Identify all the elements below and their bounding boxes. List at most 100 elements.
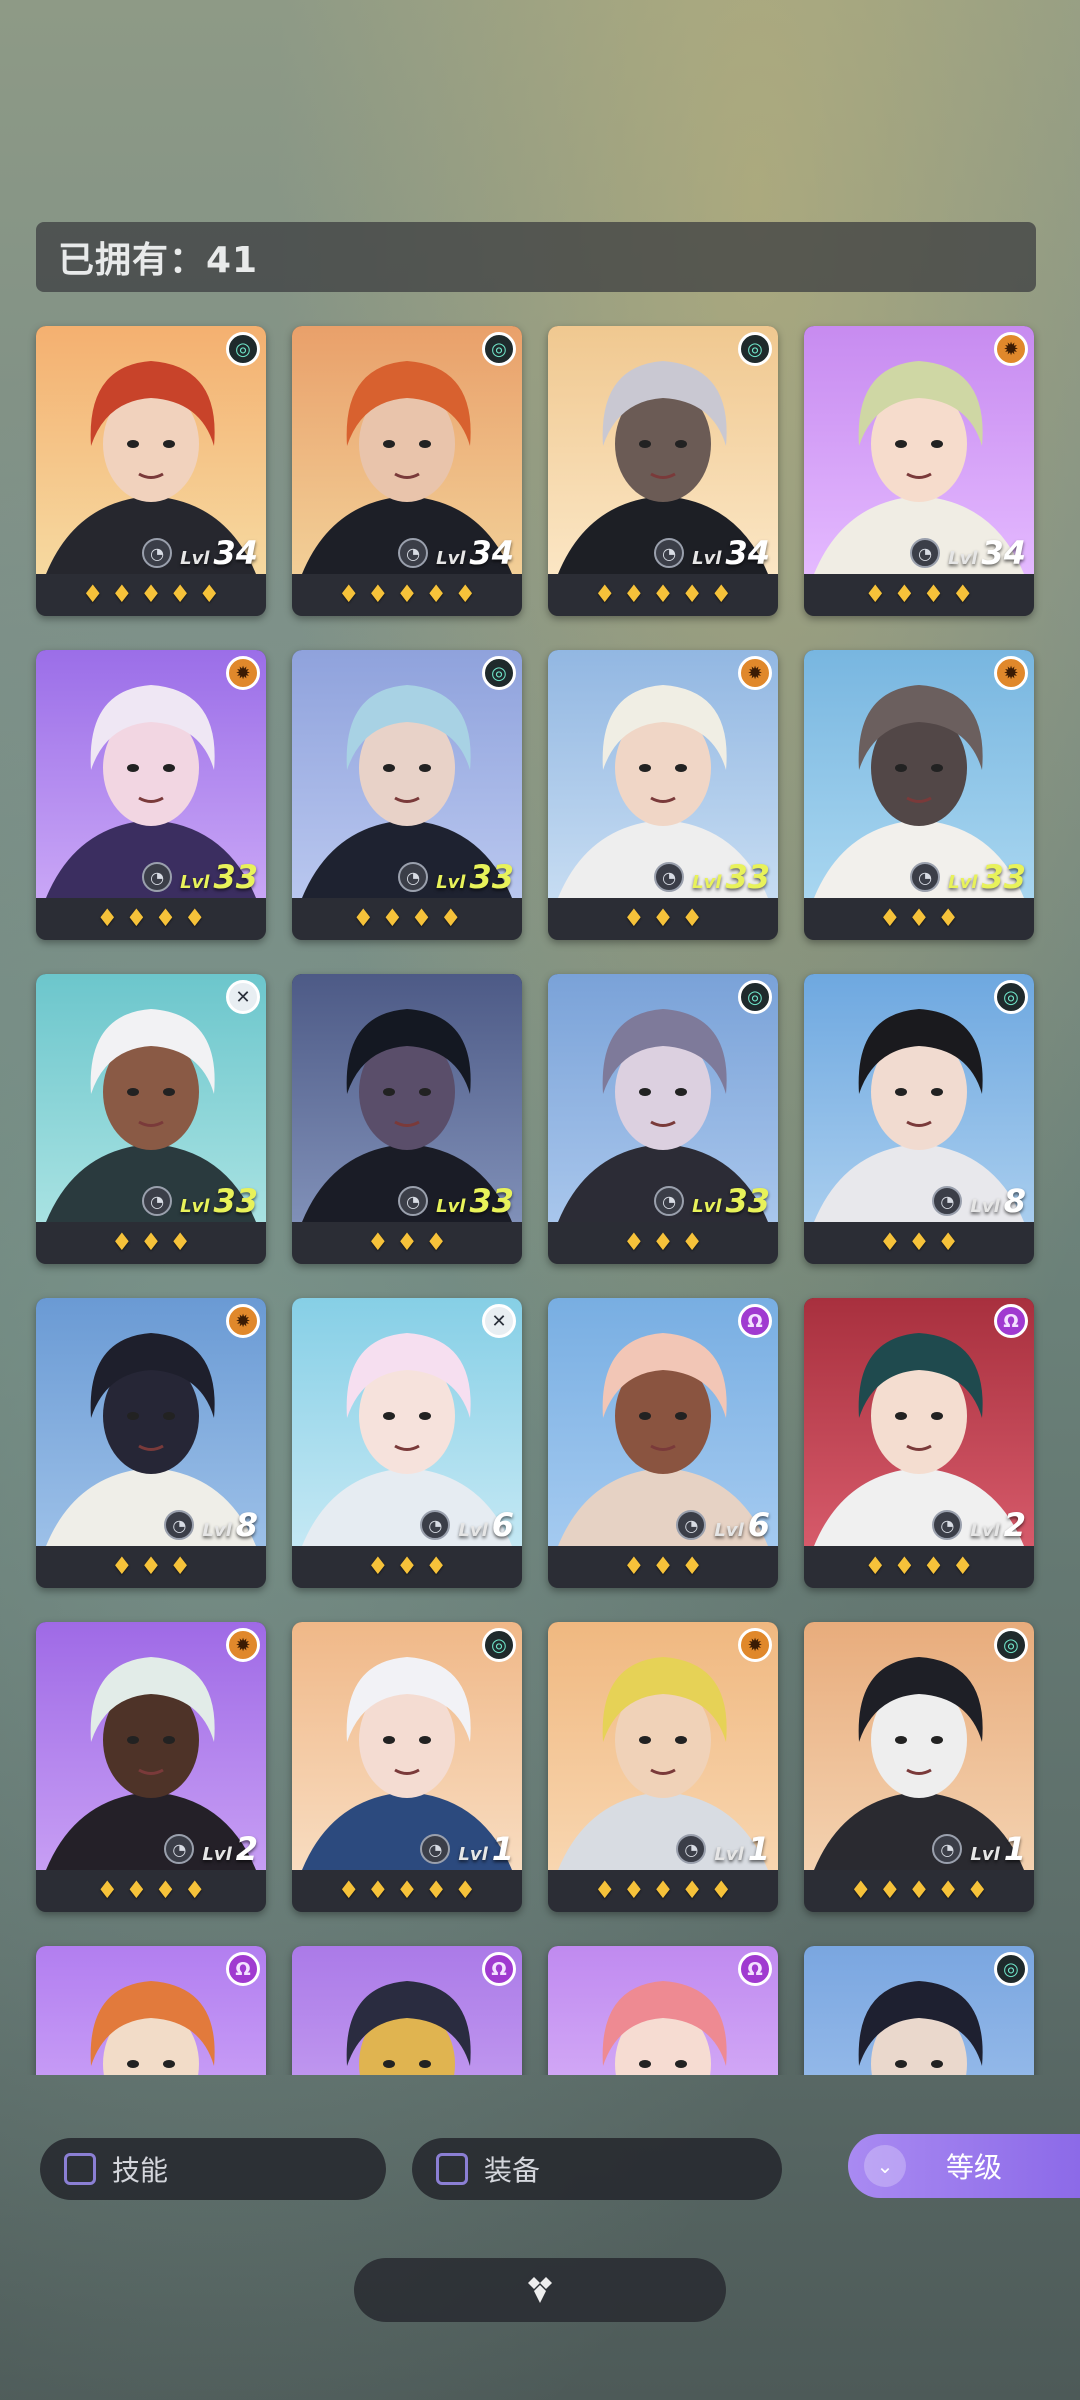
diamond-cluster-icon <box>528 2277 552 2303</box>
level-number: 34 <box>213 534 258 572</box>
level-number: 1 <box>747 1830 770 1868</box>
level-badge: Lvl 6 <box>714 1506 770 1544</box>
equip-filter[interactable]: 装备 <box>412 2138 782 2200</box>
omega-faction-icon: Ω <box>738 1952 772 1986</box>
level-badge: Lvl 1 <box>714 1830 770 1868</box>
level-prefix: Lvl <box>180 1196 210 1217</box>
hero-card[interactable]: ◎ ◔ Lvl 34 ♦ ♦ ♦ ♦ ♦ <box>36 326 266 616</box>
class-icon: ◔ <box>164 1834 195 1864</box>
level-row: ◔ Lvl 33 <box>142 1182 258 1220</box>
hero-card[interactable]: ◎ ◔ Lvl 33 ♦ ♦ ♦ <box>548 974 778 1264</box>
level-badge: Lvl 2 <box>970 1506 1026 1544</box>
hero-card[interactable]: ✹ ◔ Lvl 2 ♦ ♦ ♦ ♦ <box>36 1622 266 1912</box>
level-number: 33 <box>725 1182 770 1220</box>
hero-card[interactable]: Ω ◔ Lvl 6 ♦ ♦ ♦ <box>548 1298 778 1588</box>
level-number: 8 <box>235 1506 258 1544</box>
ring-faction-icon: ◎ <box>226 332 260 366</box>
sort-by-level-button[interactable]: ⌄ 等级 <box>848 2134 1080 2198</box>
hero-grid: ◎ ◔ Lvl 34 ♦ ♦ ♦ ♦ ♦ ◎ ◔ Lvl 34 ♦ ♦ ♦ ♦ ♦ ◎ ◔ Lvl 34 ♦… <box>36 326 1046 2075</box>
level-prefix: Lvl <box>202 1520 232 1541</box>
level-row: ◔ Lvl 33 <box>654 858 770 896</box>
level-prefix: Lvl <box>692 548 722 569</box>
class-icon: ◔ <box>910 862 941 892</box>
hero-card[interactable]: ◎ ◔ Lvl 1 ♦ ♦ ♦ ♦ ♦ <box>804 1622 1034 1912</box>
level-badge: Lvl 1 <box>970 1830 1026 1868</box>
hero-card[interactable]: ✹ ◔ Lvl 8 ♦ ♦ ♦ <box>36 1298 266 1588</box>
hero-card[interactable]: ◎ ◔ Lvl 1 ♦ ♦ ♦ ♦ ♦ <box>292 1622 522 1912</box>
hero-card[interactable]: ✹ ◔ Lvl 33 ♦ ♦ ♦ <box>548 650 778 940</box>
level-prefix: Lvl <box>458 1520 488 1541</box>
star-rating: ♦ ♦ ♦ <box>367 1228 447 1256</box>
level-prefix: Lvl <box>714 1844 744 1865</box>
owned-count-label: 已拥有：41 <box>58 240 259 281</box>
skill-filter[interactable]: 技能 <box>40 2138 386 2200</box>
class-icon: ◔ <box>654 862 685 892</box>
level-badge: Lvl 8 <box>970 1182 1026 1220</box>
level-row: ◔ Lvl 1 <box>676 1830 770 1868</box>
hero-card[interactable]: ✕ ◔ Lvl 6 ♦ ♦ ♦ <box>292 1298 522 1588</box>
class-icon: ◔ <box>676 1510 707 1540</box>
hero-card[interactable]: ◎ ◔ Lvl 8 ♦ ♦ ♦ <box>804 974 1034 1264</box>
level-number: 8 <box>1003 1182 1026 1220</box>
hero-card[interactable]: ◎ <box>804 1946 1034 2075</box>
level-row: ◔ Lvl 33 <box>398 858 514 896</box>
hero-card[interactable]: ✕ ◔ Lvl 33 ♦ ♦ ♦ <box>36 974 266 1264</box>
class-icon: ◔ <box>932 1510 963 1540</box>
omega-faction-icon: Ω <box>738 1304 772 1338</box>
level-row: ◔ Lvl 34 <box>398 534 514 572</box>
level-prefix: Lvl <box>970 1196 1000 1217</box>
skill-checkbox[interactable] <box>64 2153 96 2185</box>
star-rating: ♦ ♦ ♦ ♦ ♦ <box>849 1876 989 1904</box>
level-number: 34 <box>469 534 514 572</box>
star-rating: ♦ ♦ ♦ <box>879 904 959 932</box>
class-icon: ◔ <box>164 1510 195 1540</box>
level-row: ◔ Lvl 33 <box>654 1182 770 1220</box>
star-rating: ♦ ♦ ♦ ♦ ♦ <box>81 580 221 608</box>
ring-faction-icon: ◎ <box>994 980 1028 1014</box>
hero-card[interactable]: ◔ Lvl 33 ♦ ♦ ♦ <box>292 974 522 1264</box>
hero-card[interactable]: ◎ ◔ Lvl 33 ♦ ♦ ♦ ♦ <box>292 650 522 940</box>
level-row: ◔ Lvl 34 <box>654 534 770 572</box>
level-prefix: Lvl <box>436 872 466 893</box>
level-number: 33 <box>981 858 1026 896</box>
class-icon: ◔ <box>910 538 941 568</box>
x-faction-icon: ✕ <box>226 980 260 1014</box>
bottom-action-button[interactable] <box>354 2258 726 2322</box>
hero-grid-viewport[interactable]: ◎ ◔ Lvl 34 ♦ ♦ ♦ ♦ ♦ ◎ ◔ Lvl 34 ♦ ♦ ♦ ♦ ♦ ◎ ◔ Lvl 34 ♦… <box>0 320 1080 2075</box>
class-icon: ◔ <box>420 1834 451 1864</box>
star-rating: ♦ ♦ ♦ <box>367 1552 447 1580</box>
class-icon: ◔ <box>654 1186 685 1216</box>
omega-faction-icon: Ω <box>994 1304 1028 1338</box>
level-badge: Lvl 2 <box>202 1830 258 1868</box>
level-badge: Lvl 33 <box>436 1182 514 1220</box>
hero-card[interactable]: ✹ ◔ Lvl 34 ♦ ♦ ♦ ♦ <box>804 326 1034 616</box>
hero-card[interactable]: ✹ ◔ Lvl 33 ♦ ♦ ♦ <box>804 650 1034 940</box>
class-icon: ◔ <box>398 862 429 892</box>
level-row: ◔ Lvl 33 <box>142 858 258 896</box>
equip-checkbox[interactable] <box>436 2153 468 2185</box>
hero-card[interactable]: ◎ ◔ Lvl 34 ♦ ♦ ♦ ♦ ♦ <box>548 326 778 616</box>
star-rating: ♦ ♦ ♦ <box>623 904 703 932</box>
hero-card[interactable]: Ω <box>292 1946 522 2075</box>
star-rating: ♦ ♦ ♦ ♦ <box>864 1552 974 1580</box>
hero-card[interactable]: ✹ ◔ Lvl 33 ♦ ♦ ♦ ♦ <box>36 650 266 940</box>
level-row: ◔ Lvl 8 <box>164 1506 258 1544</box>
level-number: 1 <box>1003 1830 1026 1868</box>
level-badge: Lvl 1 <box>458 1830 514 1868</box>
hero-card[interactable]: Ω ◔ Lvl 2 ♦ ♦ ♦ ♦ <box>804 1298 1034 1588</box>
level-number: 33 <box>469 1182 514 1220</box>
star-rating: ♦ ♦ ♦ ♦ ♦ <box>593 1876 733 1904</box>
ring-faction-icon: ◎ <box>738 980 772 1014</box>
hero-card[interactable]: Ω <box>548 1946 778 2075</box>
level-row: ◔ Lvl 8 <box>932 1182 1026 1220</box>
star-rating: ♦ ♦ ♦ <box>111 1228 191 1256</box>
star-rating: ♦ ♦ ♦ ♦ ♦ <box>337 1876 477 1904</box>
level-prefix: Lvl <box>948 872 978 893</box>
level-prefix: Lvl <box>436 1196 466 1217</box>
hero-card[interactable]: ✹ ◔ Lvl 1 ♦ ♦ ♦ ♦ ♦ <box>548 1622 778 1912</box>
hero-card[interactable]: Ω <box>36 1946 266 2075</box>
hero-card[interactable]: ◎ ◔ Lvl 34 ♦ ♦ ♦ ♦ ♦ <box>292 326 522 616</box>
ring-faction-icon: ◎ <box>482 332 516 366</box>
star-rating: ♦ ♦ ♦ <box>623 1228 703 1256</box>
level-number: 34 <box>981 534 1026 572</box>
